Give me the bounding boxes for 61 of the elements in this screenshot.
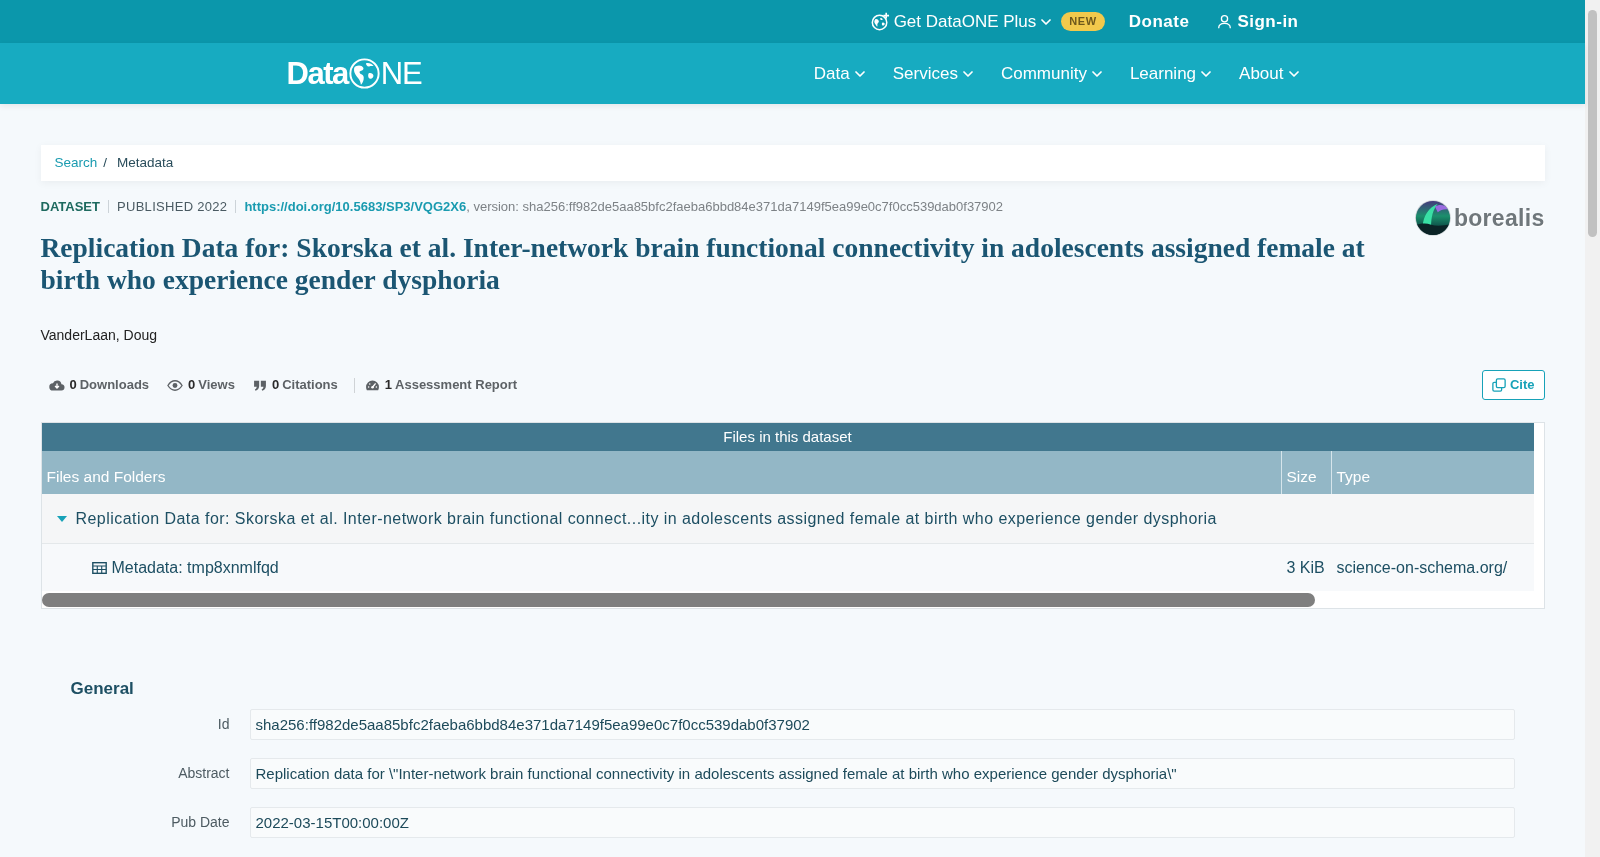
breadcrumb-link[interactable]: Search	[54, 152, 98, 174]
new-badge: NEW	[1061, 12, 1105, 31]
breadcrumb-current: Metadata	[117, 153, 174, 172]
column-header[interactable]: Files and Folders	[41, 451, 1281, 494]
metric-count: 0	[69, 376, 77, 395]
logo-text[interactable]: Data	[286, 56, 348, 91]
cloud-download-icon	[48, 379, 65, 391]
breadcrumb-separator: /	[103, 153, 108, 172]
version-text: , version: sha256:ff982de5aa85bfc2faeba6bbd84e371da7149f5ea99e0c7f0cc539dab0f37902	[466, 199, 1004, 214]
file-type: science-on-schema.org/	[1336, 557, 1508, 578]
logo-text[interactable]: NE	[380, 56, 422, 91]
chevron-down-icon	[854, 70, 865, 77]
metric-count: 0	[271, 376, 280, 395]
chevron-down-icon	[962, 70, 973, 77]
table-title: Files in this dataset	[41, 423, 1534, 451]
table-icon	[91, 561, 107, 574]
globe-plus-icon	[870, 12, 890, 31]
metric-label: Views	[198, 376, 235, 395]
field-label: Pub Date	[171, 813, 230, 832]
chevron-down-icon	[1091, 70, 1102, 77]
field-value: Replication data for \"Inter-network brain functional connectivity in adolescents assigned female at birth who experience gender dysphoria\"	[249, 758, 1515, 789]
chevron-down-icon	[1288, 70, 1299, 77]
person-icon	[1217, 14, 1233, 29]
metric-label: Downloads	[79, 376, 150, 395]
field-label: Abstract	[178, 764, 230, 783]
nav-menu-button[interactable]: Services	[892, 62, 973, 85]
dataset-type: DATASET	[40, 199, 100, 214]
nav-menu-button[interactable]: Community	[1000, 62, 1102, 85]
field-value: sha256:ff982de5aa85bfc2faeba6bbd84e371da7149f5ea99e0c7f0cc539dab0f37902	[249, 709, 1515, 740]
metric-count: 1	[384, 376, 393, 395]
repository-name: borealis	[1453, 204, 1545, 233]
file-size: 3 KiB	[1286, 557, 1325, 578]
field-value: 2022-03-15T00:00:00Z	[249, 807, 1515, 838]
metric-count: 0	[188, 376, 196, 395]
eye-icon	[167, 379, 184, 391]
file-name[interactable]: Metadata: tmp8xnmlfqd	[111, 555, 279, 580]
scrollbar-thumb[interactable]	[1588, 10, 1597, 237]
column-header[interactable]: Size	[1280, 451, 1331, 494]
top-bar-link[interactable]: Donate	[1128, 10, 1190, 33]
scrollbar-thumb[interactable]	[41, 593, 1315, 607]
cite-button[interactable]: Cite	[1481, 370, 1545, 400]
quote-icon	[252, 379, 267, 391]
dropdown-menu-button[interactable]: Get DataONE Plus	[870, 10, 1052, 33]
nav-menu-button[interactable]: Data	[813, 62, 865, 85]
section-heading: General	[70, 679, 134, 699]
chevron-down-icon	[1201, 70, 1212, 77]
author-name: VanderLaan, Doug	[40, 326, 157, 344]
globe-icon	[348, 58, 380, 89]
copy-icon	[1491, 378, 1506, 392]
chevron-down-icon	[1041, 18, 1052, 25]
field-label: Id	[217, 715, 230, 734]
caret-down-icon[interactable]	[56, 515, 67, 522]
dataset-title: Replication Data for: Skorska et al. Inter-network brain functional connectivity in adolescents assigned female at birth who experience gender dysphoria	[40, 232, 1366, 296]
metric-label: Assessment Report	[395, 376, 518, 395]
column-header[interactable]: Type	[1330, 451, 1534, 494]
gauge-icon	[364, 379, 380, 391]
publication-year: PUBLISHED 2022	[116, 199, 228, 214]
metric-label: Citations	[282, 376, 338, 395]
nav-menu-button[interactable]: About	[1239, 62, 1299, 85]
nav-menu-button[interactable]: Learning	[1129, 62, 1212, 85]
sign-in-link[interactable]: Sign-in	[1217, 10, 1299, 33]
